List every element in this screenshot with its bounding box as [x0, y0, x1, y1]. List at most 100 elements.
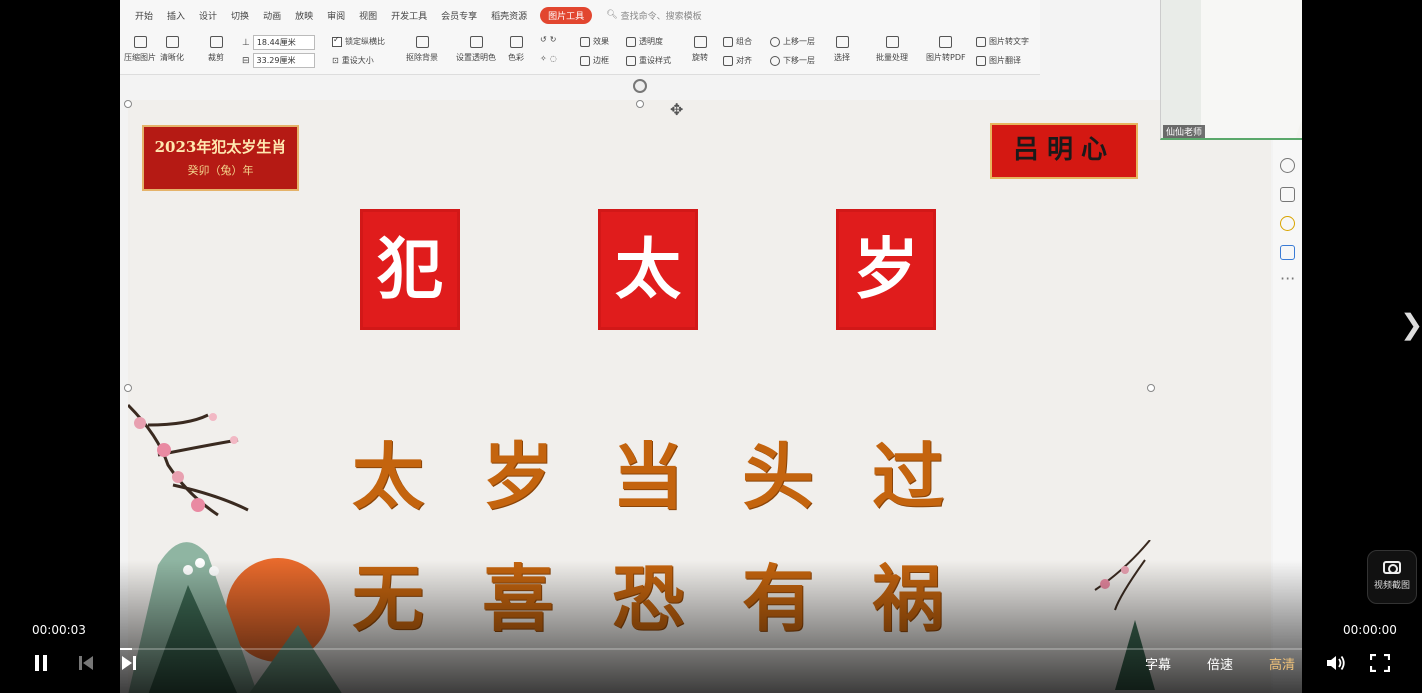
- effects-icon: [580, 36, 590, 47]
- tab-developer[interactable]: 开发工具: [384, 9, 434, 22]
- volume-icon: [1327, 655, 1345, 671]
- verse-line-1: 太岁当头过: [352, 434, 1003, 519]
- pause-button[interactable]: [33, 652, 49, 674]
- batch-process-button[interactable]: 批量处理: [876, 36, 908, 63]
- current-time: 00:00:03: [32, 623, 86, 637]
- progress-fill: [120, 648, 132, 650]
- seal-character: 岁: [830, 203, 942, 336]
- send-backward-button[interactable]: 下移一层: [770, 55, 815, 66]
- controls-shade: [120, 560, 1302, 693]
- ribbon-menu-bar: 开始 插入 设计 切换 动画 放映 审阅 视图 开发工具 会员专享 稻壳资源 图…: [120, 0, 1040, 30]
- transparency-button[interactable]: 透明度: [626, 36, 663, 47]
- more-icon[interactable]: ···: [1280, 271, 1295, 289]
- align-icon: [723, 55, 733, 66]
- zoom-icon[interactable]: [1280, 158, 1295, 173]
- snapshot-button[interactable]: 视频截图: [1367, 550, 1417, 604]
- tab-animation[interactable]: 动画: [256, 9, 288, 22]
- crop-button[interactable]: 裁剪: [208, 36, 224, 63]
- clarity-button[interactable]: 清晰化: [160, 36, 184, 63]
- reset-style-icon: [626, 55, 636, 66]
- move-cursor-icon: ✥: [670, 100, 684, 119]
- command-search[interactable]: 🔍︎ 查找命令、搜索模板: [606, 9, 701, 22]
- subtitle-button[interactable]: 字幕: [1145, 652, 1171, 674]
- picture-toolbar: 压缩图片 清晰化 裁剪 ⊥ 18.44厘米 ⊟ 33.29厘米 锁定纵横比 ⊡ …: [120, 30, 1040, 75]
- tab-picture-tools[interactable]: 图片工具: [540, 6, 593, 24]
- send-backward-icon: [770, 55, 780, 66]
- width-field[interactable]: ⊥ 18.44厘米: [242, 35, 315, 50]
- camera-icon: [1383, 561, 1401, 574]
- height-field[interactable]: ⊟ 33.29厘米: [242, 53, 315, 68]
- image-to-text-button[interactable]: 图片转文字: [976, 36, 1029, 47]
- batch-icon: [885, 36, 899, 48]
- group-icon: [723, 36, 733, 47]
- select-button[interactable]: 选择: [834, 36, 850, 63]
- tab-transition[interactable]: 切换: [224, 9, 256, 22]
- rotate-left-icon[interactable]: ↺ ↻: [540, 35, 556, 44]
- width-icon: ⊥: [242, 37, 250, 48]
- presenter-name: 仙仙老师: [1163, 125, 1206, 138]
- reset-size-icon: ⊡: [332, 56, 339, 65]
- pdf-icon: [939, 36, 953, 48]
- seal-character: 太: [592, 203, 704, 336]
- lightbulb-icon[interactable]: [1280, 216, 1295, 231]
- border-icon: [580, 55, 590, 66]
- lock-ratio-checkbox[interactable]: 锁定纵横比: [332, 35, 385, 47]
- selection-handle[interactable]: [1147, 384, 1155, 392]
- crop-icon: [209, 36, 223, 48]
- tab-design[interactable]: 设计: [192, 9, 224, 22]
- next-button[interactable]: [120, 652, 138, 674]
- tab-member[interactable]: 会员专享: [434, 9, 484, 22]
- fullscreen-button[interactable]: [1370, 652, 1390, 674]
- reset-style-button[interactable]: 重设样式: [626, 55, 671, 66]
- tab-docer[interactable]: 稻壳资源: [484, 9, 534, 22]
- reset-size-button[interactable]: ⊡ 重设大小: [332, 55, 374, 66]
- set-transparent-button[interactable]: 设置透明色: [456, 36, 496, 63]
- compress-icon: [133, 36, 147, 48]
- selection-handle[interactable]: [124, 384, 132, 392]
- tab-view[interactable]: 视图: [352, 9, 384, 22]
- selection-handle[interactable]: [124, 100, 132, 108]
- next-video-arrow-icon[interactable]: ❯: [1400, 308, 1422, 341]
- crop-icon[interactable]: [1280, 187, 1295, 202]
- checkbox-checked-icon: [332, 35, 342, 47]
- color-icon: [509, 36, 523, 48]
- image-to-pdf-button[interactable]: 图片转PDF: [926, 36, 966, 63]
- previous-button[interactable]: [77, 652, 95, 674]
- rotate-handle-icon[interactable]: [633, 79, 647, 93]
- compress-button[interactable]: 压缩图片: [124, 36, 156, 63]
- total-duration: 00:00:00: [1343, 623, 1397, 637]
- tab-home[interactable]: 开始: [128, 9, 160, 22]
- select-cursor-icon: [835, 36, 849, 48]
- selection-handle[interactable]: [636, 100, 644, 108]
- image-text-icon: [976, 36, 986, 47]
- author-name-badge: 吕明心: [990, 123, 1138, 179]
- remove-background-button[interactable]: 抠除背景: [406, 36, 438, 63]
- color-button[interactable]: 色彩: [508, 36, 524, 63]
- volume-button[interactable]: [1325, 652, 1347, 674]
- seal-character: 犯: [354, 203, 466, 336]
- rotate-button[interactable]: 旋转: [692, 36, 708, 63]
- align-button[interactable]: 对齐: [723, 55, 752, 66]
- image-translate-button[interactable]: 图片翻译: [976, 55, 1021, 66]
- transparent-color-icon: [469, 36, 483, 48]
- fullscreen-icon: [1370, 654, 1390, 672]
- tab-slideshow[interactable]: 放映: [288, 9, 320, 22]
- height-icon: ⊟: [242, 55, 250, 66]
- translate-icon: [976, 55, 986, 66]
- search-placeholder: 查找命令、搜索模板: [620, 11, 702, 22]
- quality-button[interactable]: 高清: [1269, 652, 1295, 674]
- rotate-icon: [693, 36, 707, 48]
- presenter-avatar: [1296, 120, 1302, 138]
- pause-icon: [35, 655, 47, 671]
- bring-forward-button[interactable]: 上移一层: [770, 36, 815, 47]
- tab-review[interactable]: 审阅: [320, 9, 352, 22]
- effects-button[interactable]: 效果: [580, 36, 609, 47]
- image-icon[interactable]: [1280, 245, 1295, 260]
- group-button[interactable]: 组合: [723, 36, 752, 47]
- speed-button[interactable]: 倍速: [1207, 652, 1233, 674]
- border-button[interactable]: 边框: [580, 55, 609, 66]
- search-icon: 🔍︎: [606, 10, 618, 20]
- tab-insert[interactable]: 插入: [160, 9, 192, 22]
- progress-bar[interactable]: [120, 648, 1302, 650]
- adjust-icon[interactable]: ✧ ◌: [540, 54, 557, 63]
